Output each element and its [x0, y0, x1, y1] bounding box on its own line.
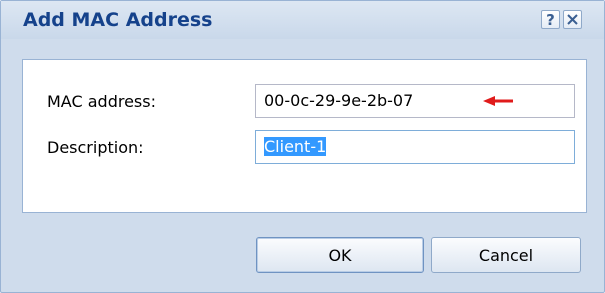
help-icon: ?	[546, 10, 555, 29]
cancel-button[interactable]: Cancel	[431, 237, 581, 273]
add-mac-address-dialog: Add MAC Address ? MAC address: 00-0c-29-…	[0, 0, 605, 293]
ok-button[interactable]: OK	[256, 237, 424, 273]
mac-address-value: 00-0c-29-9e-2b-07	[264, 91, 414, 110]
description-input[interactable]: Client-1	[255, 130, 575, 164]
dialog-title: Add MAC Address	[23, 9, 213, 31]
mac-address-label: MAC address:	[47, 92, 156, 111]
close-icon	[567, 14, 578, 25]
description-label: Description:	[47, 138, 144, 157]
description-value: Client-1	[264, 137, 327, 156]
left-arrow-annotation-icon	[483, 96, 513, 106]
form-panel: MAC address: 00-0c-29-9e-2b-07 Descripti…	[22, 59, 587, 213]
close-button[interactable]	[563, 10, 582, 29]
help-button[interactable]: ?	[541, 10, 560, 29]
dialog-titlebar[interactable]: Add MAC Address ?	[1, 1, 604, 39]
